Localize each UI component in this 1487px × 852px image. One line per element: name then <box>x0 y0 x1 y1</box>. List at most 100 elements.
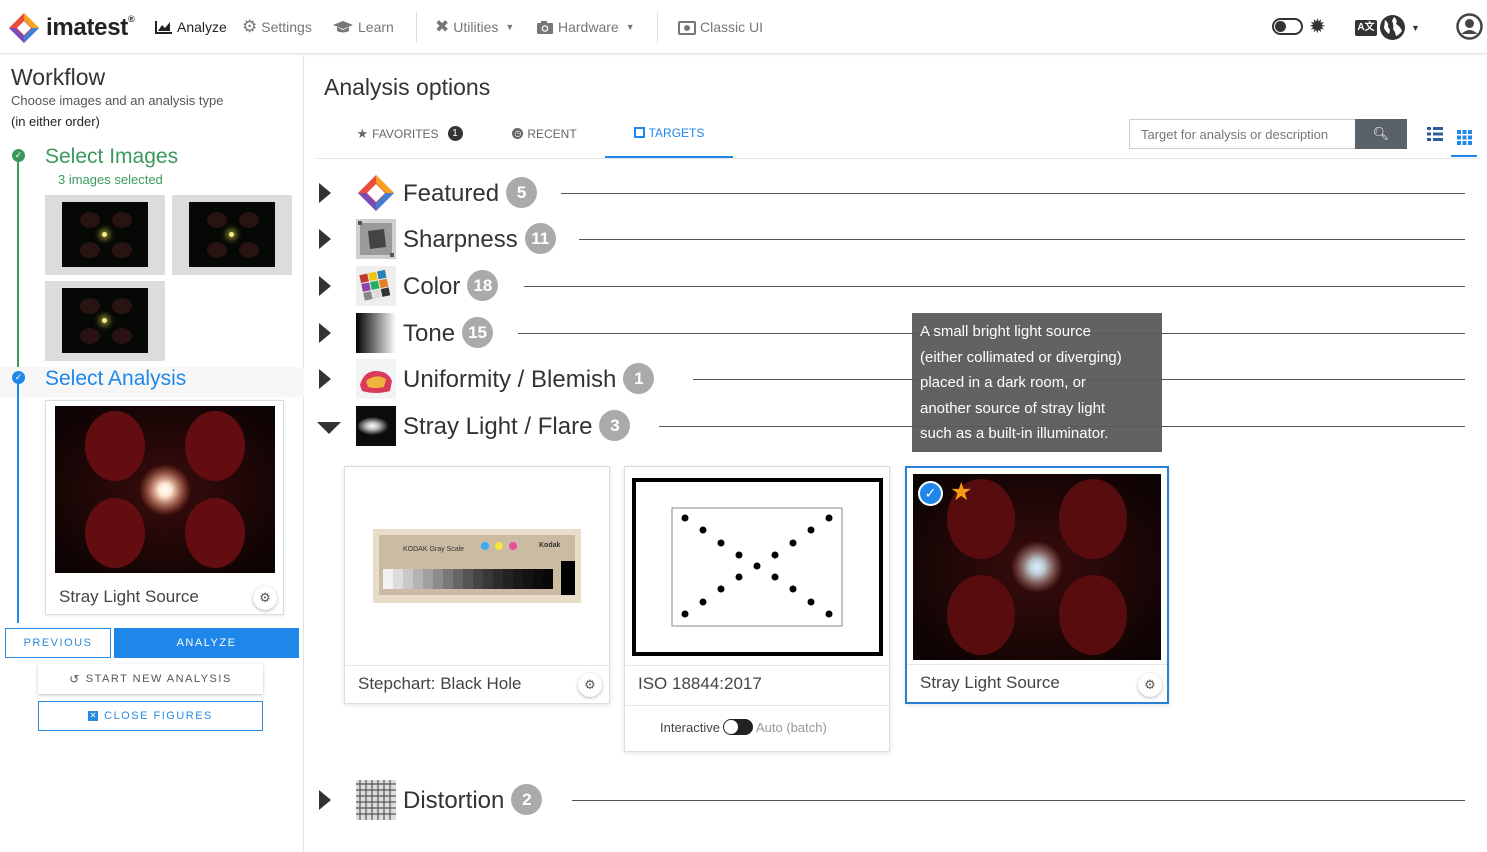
target-card-stray-light-source[interactable]: ✓ ★ Stray Light Source ⚙ <box>905 466 1169 704</box>
caret-down-icon: ▼ <box>505 22 515 32</box>
category-divider <box>561 193 1465 194</box>
target-search-input[interactable] <box>1129 119 1355 149</box>
collapse-arrow-icon[interactable] <box>317 422 341 434</box>
star-icon: ★ <box>356 125 369 141</box>
list-view-icon <box>1427 127 1443 141</box>
target-card-stepchart[interactable]: KODAK Gray Scale Kodak Stepchart: Black … <box>344 466 610 704</box>
expand-arrow-icon[interactable] <box>319 183 331 203</box>
tooltip-line: another source of stray light <box>920 399 1106 417</box>
previous-button[interactable]: PREVIOUS <box>5 628 111 658</box>
category-distortion[interactable]: Distortion 2 <box>317 780 1467 820</box>
image-thumbnail[interactable] <box>172 195 292 275</box>
category-name: Distortion 2 <box>403 784 543 817</box>
category-count-badge: 18 <box>467 270 499 301</box>
featured-icon <box>358 175 394 211</box>
gear-icon: ⚙ <box>242 17 258 36</box>
selected-analysis-card[interactable]: Stray Light Source ⚙ <box>45 400 284 615</box>
globe-icon <box>1380 15 1405 40</box>
tab-favorites[interactable]: ★ FAVORITES 1 <box>337 109 482 158</box>
step-select-images[interactable]: Select Images <box>45 145 178 169</box>
imatest-logo[interactable]: imatest® <box>8 12 135 44</box>
category-sharpness[interactable]: Sharpness 11 <box>317 219 1467 259</box>
search-button[interactable]: 🔍︎ <box>1355 119 1407 149</box>
step1-line <box>17 161 19 371</box>
tab-targets[interactable]: TARGETS <box>605 109 733 158</box>
expand-arrow-icon[interactable] <box>319 229 331 249</box>
category-count-badge: 3 <box>599 410 631 441</box>
tooltip-line: A small bright light source <box>920 323 1091 340</box>
caret-down-icon: ▼ <box>1411 22 1420 33</box>
tooltip-line: such as a built-in illuminator. <box>920 425 1109 442</box>
language-menu[interactable]: A文 ▼ <box>1355 14 1420 41</box>
analysis-settings-button[interactable]: ⚙ <box>253 586 277 610</box>
distortion-grid-icon <box>356 780 396 820</box>
category-name: Uniformity / Blemish 1 <box>403 363 655 396</box>
card-divider <box>625 705 889 706</box>
stepchart-image: KODAK Gray Scale Kodak <box>373 529 581 603</box>
sharpness-chart-icon <box>356 219 396 259</box>
stepchart-brand: Kodak <box>539 542 561 549</box>
gear-icon: ⚙ <box>1144 677 1156 692</box>
selected-analysis-label: Stray Light Source <box>59 587 199 606</box>
close-box-icon: ✕ <box>88 711 99 721</box>
user-account-icon[interactable] <box>1456 13 1483 40</box>
sun-icon[interactable]: ✹ <box>1309 14 1326 39</box>
step-select-analysis[interactable]: Select Analysis <box>45 367 186 391</box>
workflow-sidebar: Workflow Choose images and an analysis t… <box>0 55 304 852</box>
mode-toggle[interactable] <box>722 719 753 735</box>
classic-camera-icon <box>678 20 696 35</box>
nav-divider <box>416 12 417 43</box>
nav-settings[interactable]: ⚙ Settings <box>242 17 312 37</box>
favorite-star-icon[interactable]: ★ <box>950 478 972 506</box>
nav-learn[interactable]: Learn <box>332 19 394 35</box>
favorites-count-badge: 1 <box>447 126 463 141</box>
caret-down-icon: ▼ <box>625 22 635 32</box>
mode-auto-label: Auto (batch) <box>755 719 827 735</box>
grid-view-button[interactable] <box>1451 119 1477 157</box>
grid-view-icon <box>1456 129 1472 145</box>
nav-classic-ui[interactable]: Classic UI <box>678 19 763 35</box>
image-thumbnail[interactable] <box>45 281 165 361</box>
analysis-mode-switch: Interactive Auto (batch) <box>660 719 827 735</box>
category-uniformity-blemish[interactable]: Uniformity / Blemish 1 <box>317 359 1467 399</box>
selected-check-icon[interactable]: ✓ <box>918 481 943 506</box>
logo-icon <box>9 13 39 43</box>
nav-hardware[interactable]: Hardware ▼ <box>536 19 635 35</box>
category-color[interactable]: Color 18 <box>317 266 1467 306</box>
expand-arrow-icon[interactable] <box>319 323 331 343</box>
target-settings-button[interactable]: ⚙ <box>578 673 602 697</box>
expand-arrow-icon[interactable] <box>319 369 331 389</box>
target-card-iso18844[interactable]: ISO 18844:2017 Interactive Auto (batch) <box>624 466 890 752</box>
start-new-analysis-button[interactable]: ↺ START NEW ANALYSIS <box>38 664 263 694</box>
tab-recent[interactable]: ◷ RECENT <box>487 109 602 158</box>
analyze-button[interactable]: ANALYZE <box>114 628 299 658</box>
tooltip-line: placed in a dark room, or <box>920 374 1086 391</box>
tone-gradient-icon <box>356 313 396 353</box>
theme-toggle[interactable] <box>1272 18 1303 35</box>
color-checker-icon <box>356 266 396 306</box>
expand-arrow-icon[interactable] <box>319 276 331 296</box>
nav-analyze[interactable]: Analyze <box>155 19 227 35</box>
category-featured[interactable]: Featured 5 <box>317 173 1467 213</box>
category-divider <box>524 286 1465 287</box>
nav-utilities[interactable]: ✖ Utilities ▼ <box>435 17 514 37</box>
card-divider <box>625 665 889 666</box>
category-stray-light-flare[interactable]: Stray Light / Flare 3 <box>317 406 1467 446</box>
category-tone[interactable]: Tone 15 <box>317 313 1467 353</box>
close-figures-button[interactable]: ✕ CLOSE FIGURES <box>38 701 263 731</box>
workflow-subtitle: Choose images and an analysis type <box>11 93 224 108</box>
category-count-badge: 5 <box>506 177 538 208</box>
camera-icon <box>537 20 553 34</box>
tools-icon: ✖ <box>435 17 450 36</box>
uniformity-surface-icon <box>356 359 396 399</box>
tooltip-line: (either collimated or diverging) <box>920 348 1122 366</box>
target-description-tooltip: A small bright light source (either coll… <box>912 313 1162 452</box>
category-divider <box>579 239 1465 240</box>
list-view-button[interactable] <box>1422 119 1448 149</box>
workflow-title: Workflow <box>11 64 106 90</box>
expand-arrow-icon[interactable] <box>319 790 331 810</box>
workflow-subtitle-order: (in either order) <box>11 114 100 129</box>
category-count-badge: 11 <box>524 223 556 254</box>
image-thumbnail[interactable] <box>45 195 165 275</box>
target-settings-button[interactable]: ⚙ <box>1138 673 1162 697</box>
